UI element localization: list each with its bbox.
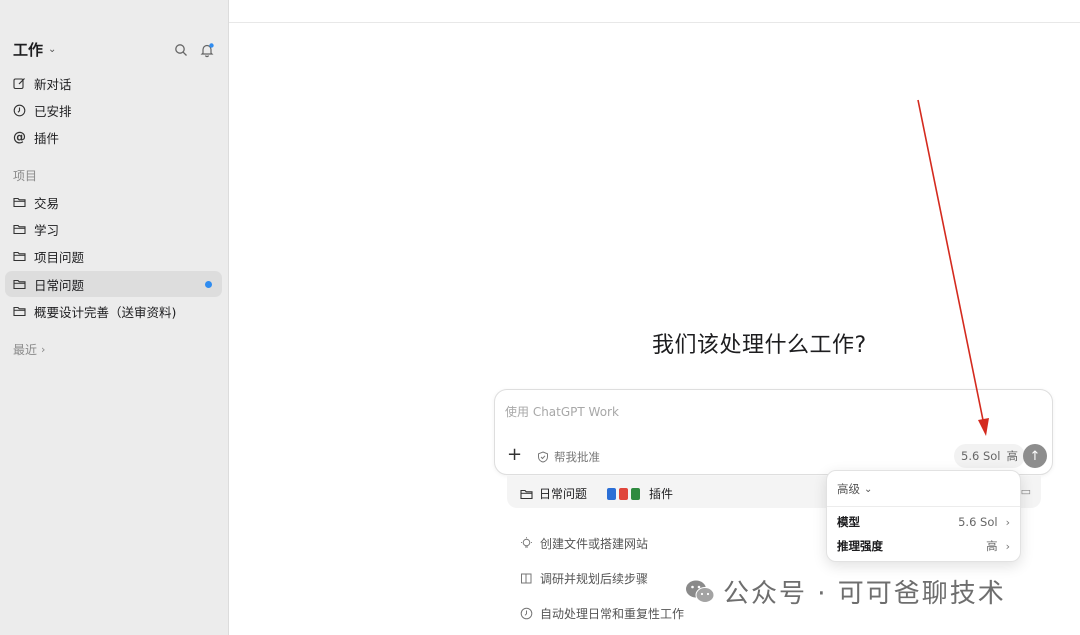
model-name: 5.6 Sol: [961, 449, 1001, 463]
menu-item-key: 模型: [837, 515, 860, 529]
workspace-name: 工作: [13, 41, 44, 59]
watermark: 公众号 · 可可爸聊技术: [685, 573, 1006, 610]
recent-section-toggle[interactable]: 最近 ›: [13, 341, 45, 358]
sidebar: 工作 ⌄ 新对话 已安排 @ 插件 项目 交易 学习 项目问题 日常问题 概要设…: [0, 0, 229, 635]
folder-icon: [520, 489, 533, 499]
folder-icon: [13, 305, 26, 318]
menu-item-model[interactable]: 模型 5.6 Sol ›: [837, 512, 1010, 532]
chevron-down-icon: ⌄: [48, 44, 57, 55]
prompt-input[interactable]: 使用 ChatGPT Work: [505, 403, 619, 420]
sidebar-item-label: 新对话: [34, 76, 72, 92]
recent-label: 最近: [13, 343, 38, 357]
chevron-right-icon: ›: [1005, 539, 1010, 553]
menu-divider: [827, 506, 1020, 507]
at-icon: @: [13, 129, 26, 145]
watermark-text: 公众号 · 可可爸聊技术: [723, 579, 1006, 609]
clock-icon: [13, 104, 26, 117]
search-icon[interactable]: [173, 42, 189, 58]
pdf-plugin-icon: [619, 487, 628, 500]
sidebar-item-label: 概要设计完善（送审资料): [34, 304, 177, 320]
approve-button[interactable]: 帮我批准: [537, 449, 600, 465]
sidebar-item-label: 日常问题: [34, 277, 85, 293]
laptop-icon[interactable]: ▭: [1021, 485, 1031, 498]
clock-icon: [520, 607, 533, 620]
page-title: 我们该处理什么工作?: [652, 333, 867, 358]
folder-icon: [13, 223, 26, 236]
sidebar-item-project[interactable]: 交易: [5, 189, 222, 215]
context-plugins[interactable]: 插件: [607, 485, 673, 502]
bell-icon[interactable]: [199, 42, 215, 58]
suggestion-label: 自动处理日常和重复性工作: [540, 607, 685, 621]
context-folder-label: 日常问题: [539, 487, 588, 501]
shield-icon: [538, 451, 548, 463]
book-icon: [520, 572, 533, 585]
folder-icon: [13, 196, 26, 209]
model-menu: 高级 ⌄ 模型 5.6 Sol › 推理强度 高 ›: [826, 470, 1021, 562]
suggestion-item[interactable]: 自动处理日常和重复性工作: [520, 605, 684, 622]
sheet-plugin-icon: [631, 487, 640, 500]
chevron-down-icon: ⌄: [864, 483, 873, 495]
workspace-switcher[interactable]: 工作 ⌄: [13, 39, 56, 60]
projects-section-label: 项目: [13, 169, 38, 183]
context-folder[interactable]: 日常问题: [520, 485, 587, 502]
model-selector[interactable]: 5.6 Sol 高: [954, 444, 1025, 468]
sidebar-item-label: 交易: [34, 195, 60, 211]
sidebar-item-project-active[interactable]: 日常问题: [5, 271, 222, 297]
sidebar-item-label: 学习: [34, 222, 60, 238]
edit-icon: [13, 77, 26, 90]
sidebar-item-project[interactable]: 概要设计完善（送审资料): [5, 298, 222, 324]
chevron-right-icon: ›: [41, 343, 46, 356]
sidebar-item-plugins[interactable]: @ 插件: [5, 124, 222, 150]
menu-item-key: 推理强度: [837, 539, 883, 553]
menu-item-effort[interactable]: 推理强度 高 ›: [837, 536, 1010, 556]
effort-level: 高: [1006, 449, 1018, 463]
sidebar-item-scheduled[interactable]: 已安排: [5, 97, 222, 123]
sidebar-item-label: 插件: [34, 130, 60, 146]
suggestion-item[interactable]: 创建文件或搭建网站: [520, 535, 648, 552]
menu-item-value: 高: [986, 539, 998, 553]
folder-icon: [13, 278, 26, 291]
suggestion-label: 创建文件或搭建网站: [540, 537, 649, 551]
add-attachment-button[interactable]: +: [507, 446, 522, 464]
sidebar-item-project[interactable]: 学习: [5, 216, 222, 242]
advanced-toggle[interactable]: 高级 ⌄: [837, 481, 872, 497]
sidebar-item-project[interactable]: 项目问题: [5, 243, 222, 269]
plugins-label: 插件: [649, 487, 674, 501]
title-bar-divider: [229, 22, 1080, 23]
approve-label: 帮我批准: [554, 450, 600, 464]
suggestion-item[interactable]: 调研并规划后续步骤: [520, 570, 648, 587]
unread-dot: [205, 281, 212, 288]
composer: 使用 ChatGPT Work + 帮我批准 5.6 Sol 高 ↑: [494, 389, 1053, 475]
menu-header-label: 高级: [837, 482, 860, 496]
sidebar-item-new-chat[interactable]: 新对话: [5, 70, 222, 96]
wechat-icon: [686, 580, 715, 603]
menu-item-value: 5.6 Sol: [958, 515, 998, 529]
sidebar-item-label: 项目问题: [34, 249, 85, 265]
bulb-icon: [520, 537, 533, 550]
doc-plugin-icon: [607, 487, 616, 500]
suggestion-label: 调研并规划后续步骤: [540, 572, 649, 586]
send-button[interactable]: ↑: [1023, 444, 1047, 468]
chevron-right-icon: ›: [1005, 515, 1010, 529]
arrow-up-icon: ↑: [1029, 448, 1041, 464]
folder-icon: [13, 250, 26, 263]
sidebar-item-label: 已安排: [34, 103, 72, 119]
